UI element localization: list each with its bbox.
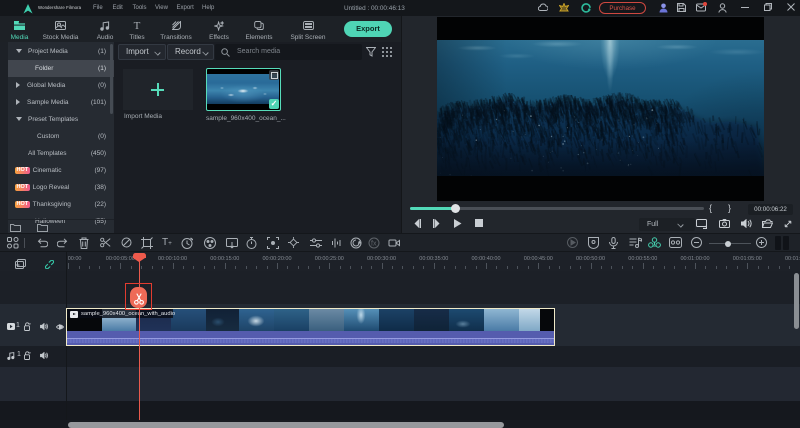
svg-text:fx: fx <box>371 241 377 248</box>
